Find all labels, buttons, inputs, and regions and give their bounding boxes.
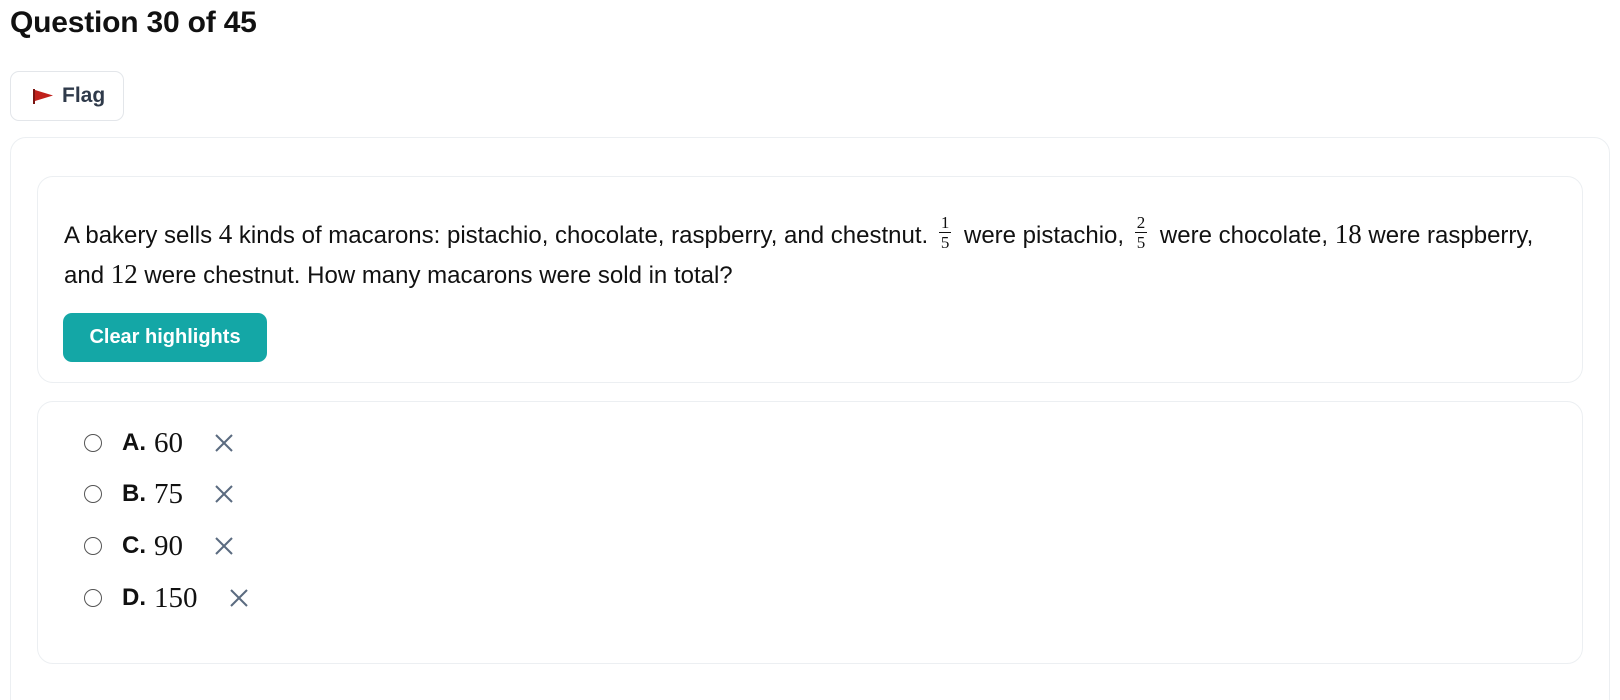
- math-number: 4: [218, 219, 233, 249]
- flag-button[interactable]: Flag: [10, 71, 124, 121]
- choice-value: 60: [154, 426, 183, 459]
- answer-choice-d[interactable]: D. 150: [84, 578, 250, 618]
- page-title: Question 30 of 45: [10, 6, 257, 39]
- choice-letter: A.: [122, 429, 146, 456]
- flag-icon: [33, 89, 53, 104]
- choice-radio[interactable]: [84, 485, 102, 503]
- question-text-part: were chestnut. How many macarons were so…: [137, 262, 733, 290]
- flag-label: Flag: [62, 84, 106, 107]
- choice-letter: B.: [122, 480, 146, 507]
- fraction-numerator: 2: [1134, 213, 1148, 234]
- close-icon[interactable]: [228, 587, 250, 609]
- fraction-one-fifth: 15: [938, 213, 952, 253]
- choice-value: 90: [154, 529, 183, 562]
- answer-choice-b[interactable]: B. 75: [84, 474, 235, 514]
- math-number: 18: [1334, 219, 1362, 249]
- answer-choices-card: A. 60 B. 75 C. 90 D. 150: [37, 401, 1583, 664]
- close-icon[interactable]: [213, 535, 235, 557]
- answer-choice-c[interactable]: C. 90: [84, 526, 235, 566]
- question-text[interactable]: A bakery sells 4 kinds of macarons: pist…: [64, 213, 1544, 295]
- choice-value: 75: [154, 477, 183, 510]
- question-text-part: kinds of macarons: pistachio, chocolate,…: [232, 222, 935, 249]
- question-text-part: A bakery sells: [64, 222, 219, 249]
- math-number: 12: [110, 259, 138, 290]
- fraction-denominator: 5: [1136, 233, 1146, 253]
- choice-radio[interactable]: [84, 589, 102, 607]
- clear-highlights-button[interactable]: Clear highlights: [63, 313, 267, 362]
- answer-choice-a[interactable]: A. 60: [84, 423, 235, 463]
- choice-letter: C.: [122, 532, 146, 559]
- question-stem-card: A bakery sells 4 kinds of macarons: pist…: [37, 176, 1583, 383]
- question-text-part: were pistachio,: [957, 222, 1131, 249]
- choice-radio[interactable]: [84, 537, 102, 555]
- close-icon[interactable]: [213, 432, 235, 454]
- fraction-numerator: 1: [938, 213, 952, 234]
- question-text-part: were chocolate,: [1153, 222, 1335, 249]
- choice-letter: D.: [122, 584, 146, 611]
- choice-value: 150: [154, 581, 198, 614]
- page: Question 30 of 45 Flag A bakery sells 4 …: [0, 0, 1620, 700]
- fraction-two-fifths: 25: [1134, 213, 1148, 253]
- choice-radio[interactable]: [84, 434, 102, 452]
- fraction-denominator: 5: [940, 233, 950, 253]
- close-icon[interactable]: [213, 483, 235, 505]
